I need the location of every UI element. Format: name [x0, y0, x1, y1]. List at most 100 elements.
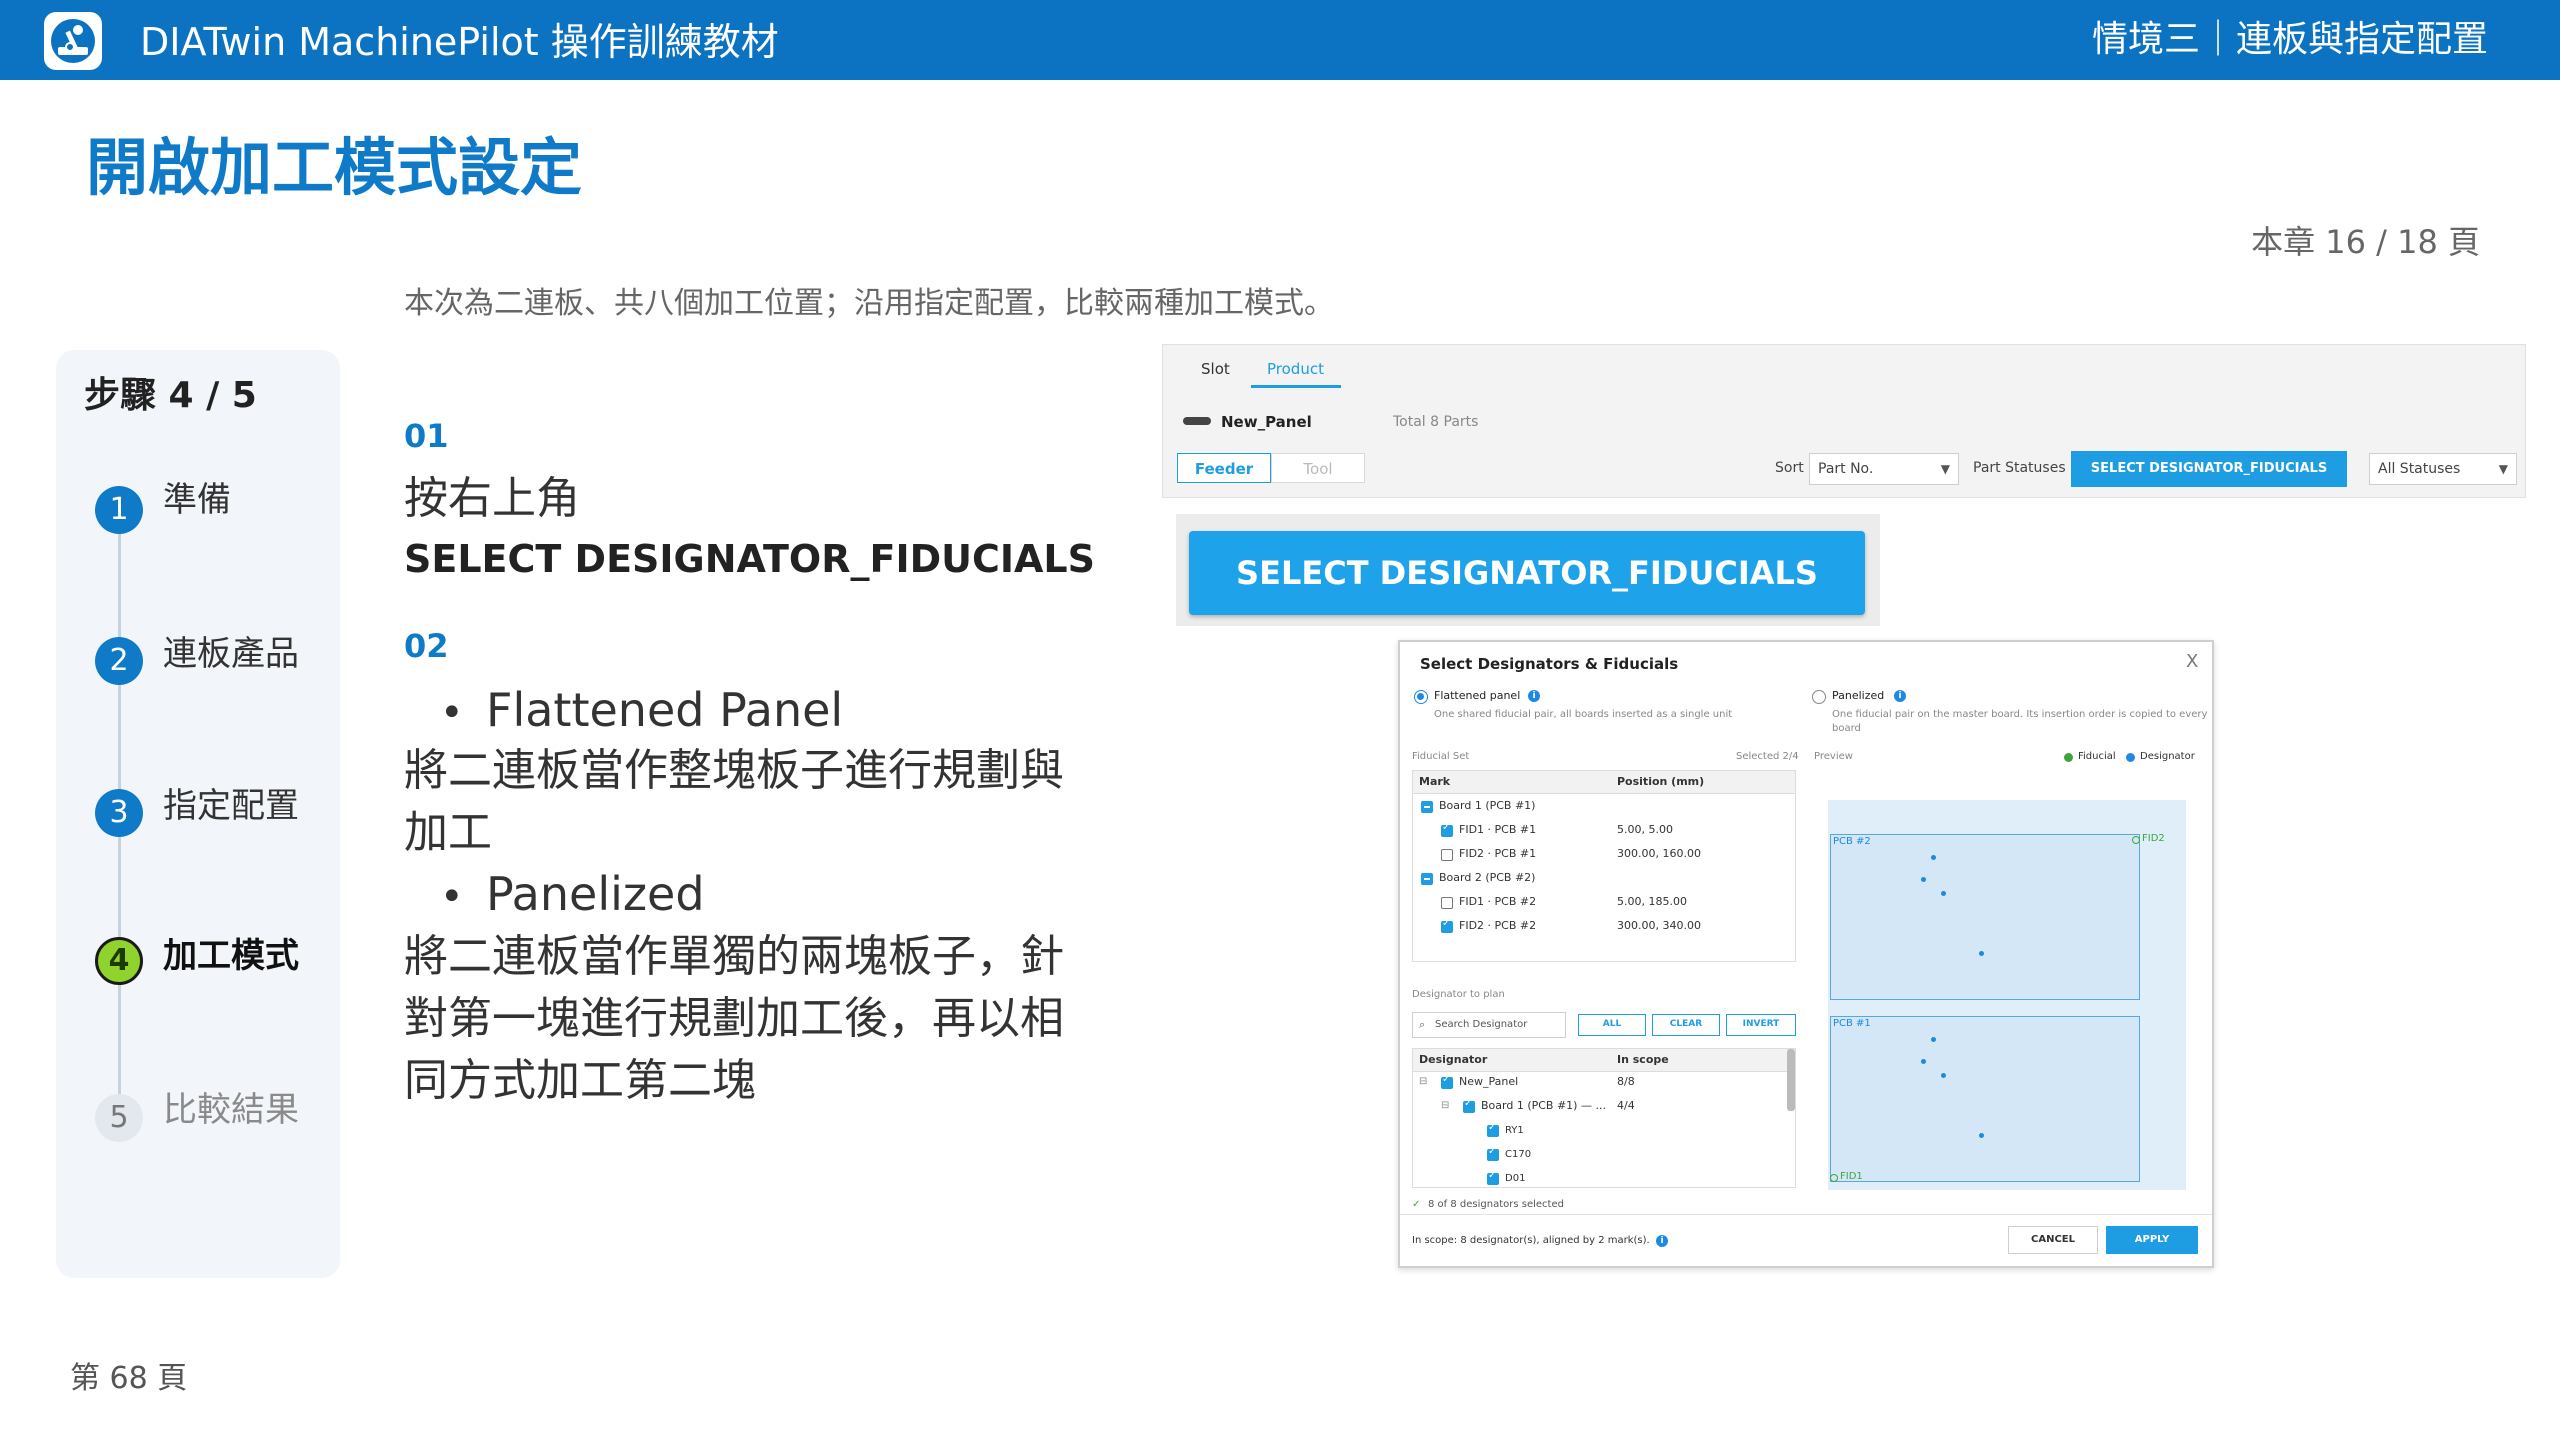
apply-button[interactable]: APPLY — [2106, 1226, 2198, 1254]
step-2-label[interactable]: 連板產品 — [163, 630, 299, 678]
table-row: FID1 · PCB #1 — [1459, 823, 1537, 836]
designator-legend-label: Designator — [2140, 751, 2195, 762]
radio-flattened-label: Flattened panel — [1434, 689, 1521, 702]
search-placeholder: Search Designator — [1435, 1019, 1528, 1030]
invert-button[interactable]: INVERT — [1726, 1014, 1796, 1036]
flattened-description: One shared fiducial pair, all boards ins… — [1434, 709, 1733, 720]
status-dropdown[interactable]: All Statuses ▼ — [2369, 453, 2517, 485]
table-row: FID2 · PCB #1 — [1459, 847, 1537, 860]
col-mark-header: Mark — [1419, 775, 1451, 788]
fiducial-2-marker — [2132, 836, 2140, 844]
fid2-pcb2-checkbox[interactable] — [1441, 918, 1453, 933]
clear-button[interactable]: CLEAR — [1652, 1014, 1720, 1036]
toolbar-screenshot: Slot Product New_Panel Total 8 Parts Fee… — [1162, 344, 2526, 498]
preview-label: Preview — [1814, 751, 1853, 762]
total-parts-count: Total 8 Parts — [1393, 414, 1479, 430]
panelized-description-line1: One fiducial pair on the master board. I… — [1832, 709, 2208, 720]
part-statuses-label: Part Statuses — [1973, 460, 2066, 476]
flattened-desc-line1: 將二連板當作整塊板子進行規劃與 — [404, 745, 1064, 796]
designator-table-scrollbar[interactable] — [1787, 1049, 1795, 1111]
panelized-description-line2: board — [1832, 723, 1861, 734]
table-cell: 5.00, 5.00 — [1617, 823, 1673, 836]
designator-table: Designator In scope ⊟ New_Panel 8/8 ⊟ Bo… — [1412, 1048, 1796, 1188]
fid2-pcb1-checkbox[interactable] — [1441, 849, 1453, 861]
pcb-1-board: PCB #1 — [1830, 1016, 2140, 1182]
zoomed-button-screenshot: SELECT DESIGNATOR_FIDUCIALS — [1176, 514, 1880, 626]
fid2-label: FID2 — [2142, 833, 2165, 844]
radio-panelized-label: Panelized — [1832, 689, 1885, 702]
select-designator-fiducials-button[interactable]: SELECT DESIGNATOR_FIDUCIALS — [2071, 451, 2347, 487]
board-1-designator-checkbox[interactable] — [1463, 1098, 1475, 1113]
ry1-checkbox[interactable] — [1487, 1122, 1499, 1137]
tab-slot[interactable]: Slot — [1201, 357, 1230, 381]
board-2-checkbox[interactable] — [1421, 873, 1433, 885]
page-title: 開啟加工模式設定 — [86, 131, 583, 204]
fiducial-table-header — [1413, 771, 1795, 794]
active-tab-underline — [1251, 385, 1341, 388]
step-3-label[interactable]: 指定配置 — [163, 782, 299, 830]
step-4-number: 4 — [95, 937, 143, 985]
table-row: FID1 · PCB #2 — [1459, 895, 1537, 908]
flattened-desc-line2: 加工 — [404, 807, 492, 858]
c170-checkbox[interactable] — [1487, 1146, 1499, 1161]
d01-checkbox[interactable] — [1487, 1170, 1499, 1185]
designator-dot — [1979, 1133, 1984, 1138]
select-designator-fiducials-button-zoom[interactable]: SELECT DESIGNATOR_FIDUCIALS — [1189, 531, 1865, 615]
collapse-icon[interactable]: ⊟ — [1441, 1099, 1449, 1113]
fiducial-table: Mark Position (mm) Board 1 (PCB #1) FID1… — [1412, 770, 1796, 962]
fiducial-selected-count: Selected 2/4 — [1736, 751, 1799, 762]
sort-dropdown[interactable]: Part No. ▼ — [1809, 453, 1959, 485]
fid1-pcb1-checkbox[interactable] — [1441, 822, 1453, 837]
step-5-label[interactable]: 比較結果 — [163, 1086, 299, 1134]
table-cell: 4/4 — [1617, 1099, 1635, 1112]
panel-name: New_Panel — [1221, 413, 1312, 431]
bullet-flattened-panel: • Flattened Panel — [440, 680, 843, 743]
table-row: Board 2 (PCB #2) — [1439, 871, 1536, 884]
designator-to-plan-label: Designator to plan — [1412, 989, 1505, 1000]
select-designators-dialog: Select Designators & Fiducials X Flatten… — [1398, 640, 2214, 1268]
designator-dot — [1979, 951, 1984, 956]
tool-toggle[interactable]: Tool — [1271, 453, 1365, 483]
footer-page-number: 第 68 頁 — [70, 1361, 188, 1396]
step-1-number: 1 — [95, 486, 143, 534]
col-designator-header: Designator — [1419, 1053, 1488, 1066]
status-dropdown-value: All Statuses — [2378, 461, 2461, 477]
scenario-label: 情境三｜連板與指定配置 — [2091, 19, 2488, 60]
instruction-1-number: 01 — [404, 417, 449, 455]
designator-legend-dot — [2126, 753, 2135, 762]
cancel-button[interactable]: CANCEL — [2008, 1226, 2098, 1254]
instruction-1-text: 按右上角 — [404, 473, 580, 524]
instruction-1-button-name: SELECT DESIGNATOR_FIDUCIALS — [404, 537, 1095, 581]
step-4-label[interactable]: 加工模式 — [163, 932, 299, 980]
pcb-2-label: PCB #2 — [1833, 836, 1871, 847]
fid1-pcb2-checkbox[interactable] — [1441, 897, 1453, 909]
chevron-down-icon: ▼ — [1940, 462, 1950, 476]
instruction-2-number: 02 — [404, 627, 449, 665]
step-1-label[interactable]: 準備 — [163, 476, 231, 524]
radio-flattened-panel[interactable] — [1414, 690, 1428, 704]
fiducial-legend-dot — [2064, 753, 2073, 762]
dialog-footer-divider — [1400, 1214, 2212, 1215]
table-cell: 8/8 — [1617, 1075, 1635, 1088]
collapse-icon[interactable]: ⊟ — [1419, 1075, 1427, 1089]
col-in-scope-header: In scope — [1617, 1053, 1669, 1066]
table-row: Board 1 (PCB #1) — ... — [1481, 1099, 1606, 1112]
feeder-toggle[interactable]: Feeder — [1177, 453, 1271, 483]
new-panel-checkbox[interactable] — [1441, 1074, 1453, 1089]
all-button[interactable]: ALL — [1578, 1014, 1646, 1036]
app-title: DIATwin MachinePilot 操作訓練教材 — [140, 20, 779, 64]
close-icon[interactable]: X — [2186, 650, 2198, 674]
panelized-desc-line2: 對第一塊進行規劃加工後，再以相 — [404, 993, 1064, 1044]
radio-panelized[interactable] — [1812, 690, 1826, 704]
bullet-panelized-label: Panelized — [486, 867, 705, 921]
tab-product[interactable]: Product — [1267, 357, 1324, 381]
sort-label: Sort — [1775, 460, 1804, 476]
designator-dot — [1921, 1059, 1926, 1064]
scope-summary: In scope: 8 designator(s), aligned by 2 … — [1412, 1235, 1650, 1246]
search-designator-input[interactable]: ⌕ Search Designator — [1412, 1012, 1566, 1038]
info-icon: i — [1528, 690, 1540, 702]
board-1-checkbox[interactable] — [1421, 801, 1433, 813]
info-icon: i — [1894, 690, 1906, 702]
designator-dot — [1941, 1073, 1946, 1078]
dialog-title: Select Designators & Fiducials — [1420, 655, 1679, 673]
